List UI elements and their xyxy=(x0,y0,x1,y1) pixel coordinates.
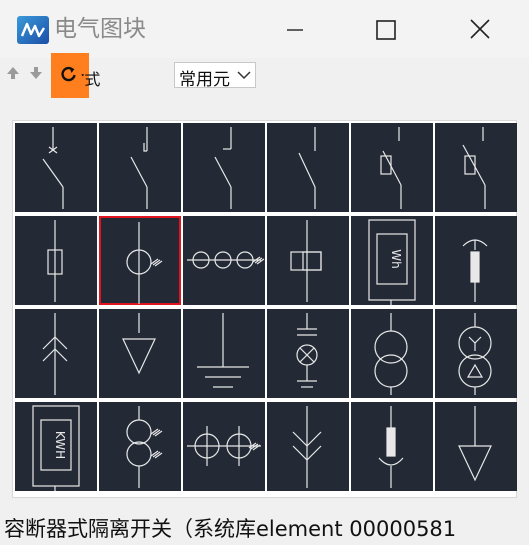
cable-termination-inverted-symbol xyxy=(378,406,404,488)
arrow-down-terminal-symbol xyxy=(292,406,322,488)
block-tile-cable-termination[interactable] xyxy=(435,216,517,305)
triangle-load-symbol xyxy=(122,313,156,375)
block-tile-triangle-load[interactable] xyxy=(99,309,181,398)
maximize-button[interactable] xyxy=(356,8,416,52)
star-delta-transformer-symbol xyxy=(458,313,492,395)
block-tile-fuse[interactable] xyxy=(15,216,97,305)
block-tile-kwh-meter[interactable]: KWH xyxy=(15,402,97,491)
block-tile-fuse-switch-slash[interactable] xyxy=(351,123,433,212)
close-button[interactable] xyxy=(450,8,510,52)
triple-current-transformer-symbol xyxy=(187,251,265,269)
title-bar: 电气图块 xyxy=(0,0,529,58)
block-tile-relay-coil[interactable] xyxy=(267,216,349,305)
lightning-arrester-up-symbol xyxy=(42,313,68,395)
electrical-block-app-icon xyxy=(17,16,49,44)
refresh-icon[interactable] xyxy=(59,64,79,84)
double-current-transformer-symbol xyxy=(187,426,261,466)
block-tile-switch-simple[interactable] xyxy=(267,123,349,212)
two-winding-transformer-symbol xyxy=(374,313,408,395)
minimize-button[interactable] xyxy=(264,8,324,52)
block-tile-double-current-transformer[interactable] xyxy=(183,402,265,491)
cable-termination-symbol xyxy=(462,239,488,302)
svg-text:Wh: Wh xyxy=(389,249,403,268)
block-tile-arrow-down-terminal[interactable] xyxy=(267,402,349,491)
category-select[interactable]: 常用元 xyxy=(174,62,256,90)
toolbar-partial-label: ་式 xyxy=(81,70,101,89)
dual-current-transformer-symbol xyxy=(126,406,163,488)
block-tile-cable-termination-inverted[interactable] xyxy=(351,402,433,491)
fuse-switch-slash-alt-symbol xyxy=(462,127,486,209)
svg-text:KWH: KWH xyxy=(53,431,67,459)
chevron-down-icon xyxy=(237,71,251,80)
switch-with-hook-contact-symbol xyxy=(130,127,148,209)
triangle-load-tall-symbol xyxy=(458,406,492,482)
arrow-down-icon[interactable] xyxy=(29,65,43,79)
fuse-switch-slash-symbol xyxy=(380,127,402,209)
ground-symbol xyxy=(197,313,249,388)
block-tile-fuse-switch-slash-alt[interactable] xyxy=(435,123,517,212)
block-tile-lightning-arrester-up[interactable] xyxy=(15,309,97,398)
switch-simple-symbol xyxy=(298,127,316,209)
block-tile-triangle-load-tall[interactable] xyxy=(435,402,517,491)
block-tile-two-winding-transformer[interactable] xyxy=(351,309,433,398)
arrow-up-icon[interactable] xyxy=(6,65,20,79)
indicator-lamp-symbol xyxy=(296,313,318,388)
switch-with-x-contact-symbol xyxy=(42,127,64,209)
kwh-meter-symbol: KWH xyxy=(32,405,80,491)
status-bar: 容断器式隔离开关（系统库element 00000581 xyxy=(4,517,457,541)
maximize-icon xyxy=(376,20,396,40)
window-title: 电气图块 xyxy=(54,16,146,42)
block-tile-star-delta-transformer[interactable] xyxy=(435,309,517,398)
switch-with-bar-contact-symbol xyxy=(214,127,232,209)
block-tile-ground[interactable] xyxy=(183,309,265,398)
block-tile-switch-with-bar-contact[interactable] xyxy=(183,123,265,212)
relay-coil-symbol xyxy=(290,220,322,302)
close-icon xyxy=(470,19,490,39)
block-tile-dual-current-transformer[interactable] xyxy=(99,402,181,491)
current-transformer-symbol xyxy=(126,222,163,304)
watt-hour-meter-symbol: Wh xyxy=(368,219,416,305)
fuse-symbol xyxy=(47,220,63,302)
block-tile-switch-with-x-contact[interactable] xyxy=(15,123,97,212)
block-tile-current-transformer[interactable] xyxy=(99,216,181,305)
block-tile-indicator-lamp[interactable] xyxy=(267,309,349,398)
category-select-value: 常用元 xyxy=(179,70,230,90)
block-tile-watt-hour-meter[interactable]: Wh xyxy=(351,216,433,305)
block-tile-switch-with-hook-contact[interactable] xyxy=(99,123,181,212)
block-tile-triple-current-transformer[interactable] xyxy=(183,216,265,305)
